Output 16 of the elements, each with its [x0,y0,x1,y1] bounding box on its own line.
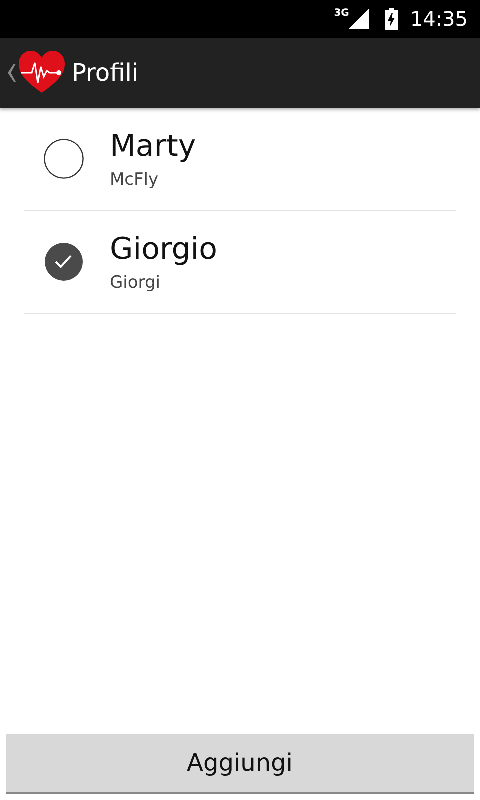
heart-pulse-icon [18,51,66,95]
screen-title: Profili [72,59,139,87]
add-button[interactable]: Aggiungi [6,734,474,794]
battery-charging-icon [385,8,398,30]
profile-surname: McFly [110,170,160,190]
radio-button[interactable] [44,139,84,179]
network-type: 3G [334,8,350,19]
clock: 14:35 [410,7,468,31]
profile-item[interactable]: Giorgio Giorgi [24,211,456,314]
profile-name: Marty [110,128,196,164]
signal-icon [349,9,370,29]
checked-radio-icon[interactable] [44,242,84,282]
profile-name: Giorgio [110,232,218,266]
profile-surname: Giorgi [110,272,162,292]
profile-item[interactable]: Marty McFly [24,108,456,211]
back-caret-icon [6,64,16,82]
